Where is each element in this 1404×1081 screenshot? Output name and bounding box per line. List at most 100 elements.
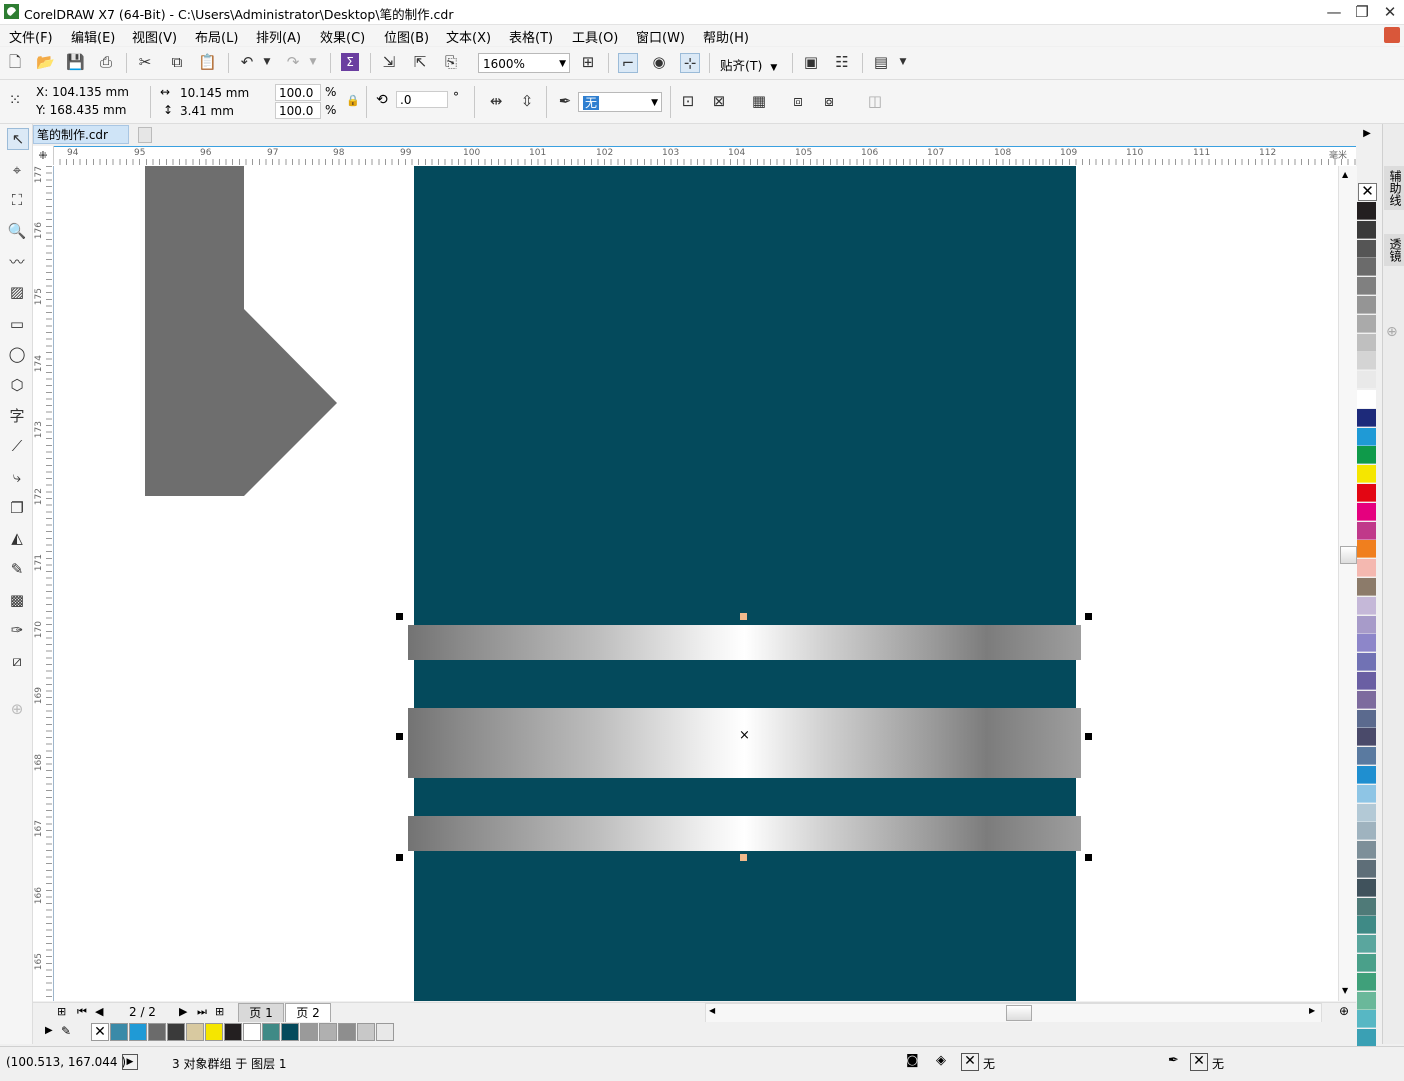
first-page-icon[interactable]: ⏮ (77, 1005, 87, 1019)
launcher-dropdown-icon[interactable]: ▼ (894, 53, 912, 71)
copy-icon[interactable]: ⧉ (168, 53, 186, 71)
color-swatch[interactable] (1357, 277, 1376, 296)
color-swatch[interactable] (1357, 446, 1376, 465)
combine-icon[interactable]: ⧈ (789, 92, 807, 110)
color-swatch[interactable] (1357, 653, 1376, 672)
color-swatch[interactable] (1357, 1029, 1376, 1048)
options-icon[interactable]: ☷ (833, 53, 851, 71)
rotation-center-icon[interactable]: × (739, 729, 750, 743)
color-swatch[interactable] (1357, 521, 1376, 540)
color-swatch[interactable] (262, 1023, 280, 1041)
selection-handle[interactable] (740, 854, 747, 861)
no-color-swatch[interactable]: ✕ (91, 1023, 109, 1041)
fill-none-swatch-icon[interactable]: ✕ (961, 1053, 979, 1071)
menu-file[interactable]: 文件(F) (9, 27, 53, 46)
corel-connect-icon[interactable]: Σ (341, 53, 359, 71)
menu-window[interactable]: 窗口(W) (636, 27, 685, 46)
color-swatch[interactable] (1357, 878, 1376, 897)
break-apart-icon[interactable]: ⧇ (820, 92, 838, 110)
scroll-left-icon[interactable]: ◀ (709, 1006, 715, 1015)
new-tab-icon[interactable] (138, 127, 152, 143)
metal-band-middle[interactable] (408, 708, 1081, 778)
polygon-tool-icon[interactable]: ⬡ (7, 375, 27, 395)
color-swatch[interactable] (1357, 634, 1376, 653)
next-page-icon[interactable]: ▶ (179, 1005, 187, 1018)
prev-page-icon[interactable]: ◀ (95, 1005, 103, 1018)
color-swatch[interactable] (167, 1023, 185, 1041)
add-docker-icon[interactable]: ⊕ (1386, 324, 1398, 340)
color-swatch[interactable] (300, 1023, 318, 1041)
menu-table[interactable]: 表格(T) (509, 27, 553, 46)
status-play-icon[interactable]: ▶ (122, 1054, 138, 1070)
vertical-ruler[interactable]: 177 176 175 174 173 172 171 170 169 168 … (33, 166, 54, 1001)
menu-bitmaps[interactable]: 位图(B) (384, 27, 429, 46)
color-swatch[interactable] (1357, 408, 1376, 427)
color-swatch[interactable] (1357, 578, 1376, 596)
ruler-origin-icon[interactable]: ⁜ (33, 146, 54, 165)
transparency-tool-icon[interactable]: ◭ (7, 528, 27, 548)
scroll-right-icon[interactable]: ▶ (1309, 1006, 1315, 1015)
pick-tool-icon[interactable]: ↖ (7, 128, 29, 150)
document-tab[interactable]: 笔的制作.cdr (33, 125, 129, 144)
color-swatch[interactable] (1357, 728, 1376, 747)
color-swatch[interactable] (224, 1023, 242, 1041)
color-eyedropper-icon[interactable]: ✎ (7, 559, 27, 579)
docker-tab-lens[interactable]: 透镜 (1384, 234, 1404, 266)
add-page-after-icon[interactable]: ⊞ (215, 1005, 224, 1018)
menu-effects[interactable]: 效果(C) (320, 27, 365, 46)
crop-tool-icon[interactable]: ⛶ (7, 190, 27, 210)
create-boundary-icon[interactable]: ◫ (866, 92, 884, 110)
color-swatch[interactable] (1357, 220, 1376, 239)
rectangle-tool-icon[interactable]: ▭ (7, 314, 27, 334)
color-swatch[interactable] (1357, 390, 1376, 408)
position-y-field[interactable]: Y: 168.435 mm (36, 103, 126, 117)
palette-scroll-up-icon[interactable]: ▶ (1357, 128, 1377, 148)
new-document-icon[interactable]: 🗋 (6, 53, 24, 71)
mirror-horizontal-icon[interactable]: ⇹ (487, 92, 505, 110)
color-swatch[interactable] (1357, 540, 1376, 559)
color-swatch[interactable] (1357, 972, 1376, 991)
selection-handle[interactable] (396, 733, 403, 740)
width-field[interactable]: 10.145 mm (176, 84, 268, 101)
color-swatch[interactable] (1357, 615, 1376, 634)
color-swatch[interactable] (1357, 709, 1376, 728)
selection-handle[interactable] (396, 854, 403, 861)
horizontal-scrollbar[interactable]: ◀ ▶ (705, 1003, 1322, 1023)
eyedropper-icon[interactable]: ✎ (61, 1024, 71, 1038)
menu-edit[interactable]: 编辑(E) (71, 27, 115, 46)
color-swatch[interactable] (338, 1023, 356, 1041)
paste-icon[interactable]: 📋 (198, 53, 217, 71)
teal-background-rectangle[interactable] (414, 166, 1076, 1001)
color-swatch[interactable] (357, 1023, 375, 1041)
docker-tab-guidelines[interactable]: 辅助线 (1384, 166, 1404, 210)
color-swatch[interactable] (1357, 935, 1376, 954)
drop-shadow-icon[interactable]: ❐ (7, 498, 27, 518)
color-swatch[interactable] (1357, 991, 1376, 1010)
maximize-button[interactable]: ❐ (1348, 2, 1376, 22)
scale-width-field[interactable]: 100.0 (275, 84, 321, 101)
last-page-icon[interactable]: ⏭ (197, 1005, 207, 1019)
scroll-thumb[interactable] (1340, 546, 1357, 564)
ungroup-icon[interactable]: ⊠ (710, 92, 728, 110)
import-icon[interactable]: ⇲ (380, 53, 398, 71)
position-x-field[interactable]: X: 104.135 mm (36, 85, 129, 99)
color-swatch[interactable] (1357, 314, 1376, 333)
color-swatch[interactable] (1357, 747, 1376, 766)
page-tab-1[interactable]: 页 1 (238, 1003, 284, 1023)
connector-tool-icon[interactable]: ⤷ (7, 467, 27, 487)
color-swatch[interactable] (1357, 672, 1376, 690)
smart-drawing-icon[interactable]: ⧄ (7, 651, 27, 671)
metal-band-top[interactable] (408, 625, 1081, 660)
close-button[interactable]: ✕ (1376, 2, 1404, 22)
height-field[interactable]: 3.41 mm (176, 102, 268, 119)
color-swatch[interactable] (1357, 766, 1376, 784)
outline-width-select[interactable]: 无 ▼ (578, 92, 662, 112)
color-swatch[interactable] (205, 1023, 223, 1041)
drawing-canvas[interactable]: × (54, 166, 1338, 1001)
color-swatch[interactable] (1357, 502, 1376, 521)
color-swatch[interactable] (1357, 296, 1376, 314)
color-swatch[interactable] (1357, 352, 1376, 371)
color-swatch[interactable] (186, 1023, 204, 1041)
menu-view[interactable]: 视图(V) (132, 27, 177, 46)
selection-handle[interactable] (1085, 733, 1092, 740)
